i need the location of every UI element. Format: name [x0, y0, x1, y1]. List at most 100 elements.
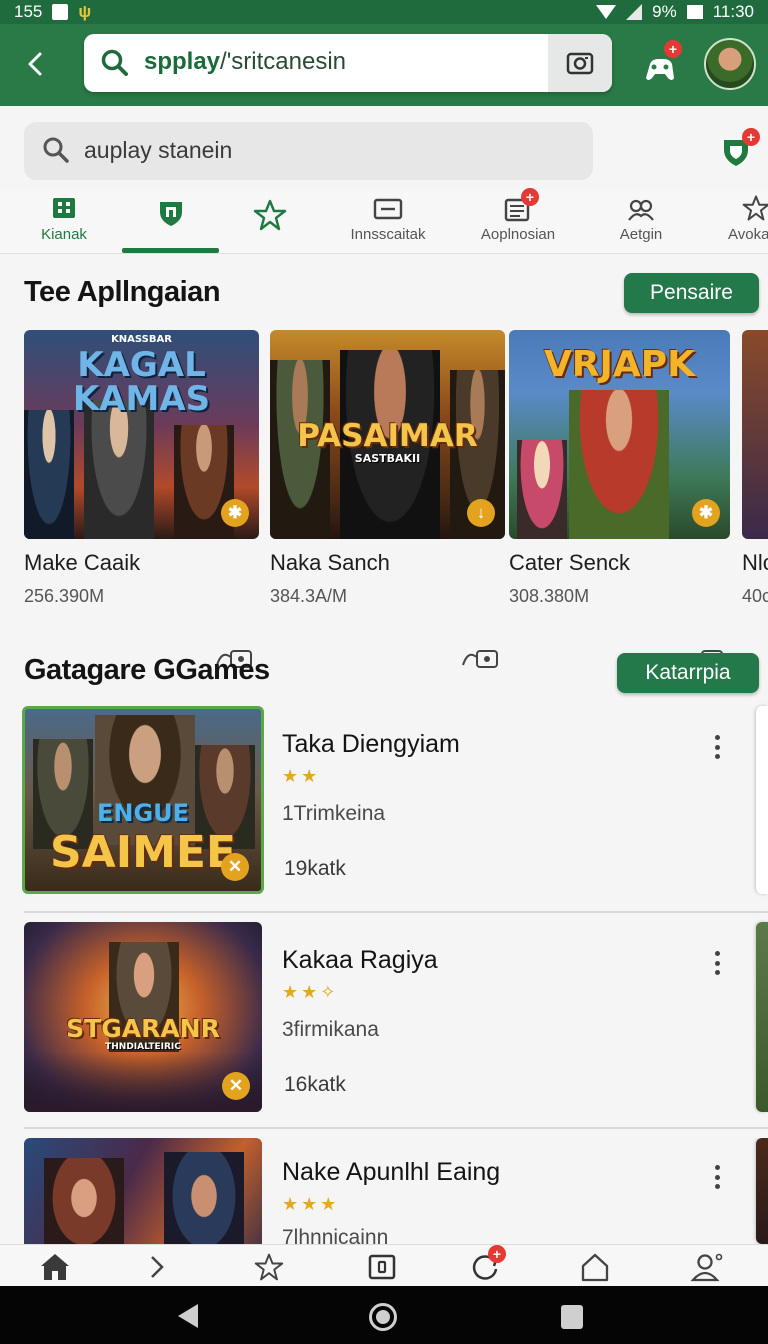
- list-item[interactable]: Nake Apunlhl Eaing ★★★ 7lhnnicainn: [0, 1138, 768, 1244]
- search-icon: [101, 49, 128, 76]
- art-subtitle: SASTBAKII: [354, 452, 421, 465]
- app-card[interactable]: VRJAPK ✱ Cater Senck 308.380M: [509, 330, 730, 668]
- section-action-button[interactable]: Pensaire: [624, 273, 759, 313]
- search-query-rest: /'sritcanesin: [220, 48, 346, 75]
- screen: 155 ψ 9% 11:30 spplay/'sritcanesin + aup…: [0, 0, 768, 1344]
- hero-figure: [84, 400, 154, 539]
- download-badge-icon: ✱: [692, 499, 720, 527]
- tab-aoplnosian[interactable]: + Aoplnosian: [478, 188, 558, 254]
- divider: [24, 1127, 768, 1129]
- download-badge-icon: ↓: [467, 499, 495, 527]
- status-bar: 155 ψ 9% 11:30: [0, 0, 768, 24]
- rating-stars: ★★: [282, 766, 321, 786]
- app-size: 256.390M: [24, 586, 105, 606]
- tab-innsscaitak[interactable]: Innsscaitak: [346, 190, 430, 254]
- camera-icon: [566, 52, 594, 75]
- hero-figure: [569, 390, 669, 539]
- search-query-bold: spplay: [144, 48, 221, 75]
- avatar[interactable]: [704, 38, 756, 90]
- app-card[interactable]: KAGAL KAMAS KNASSBAR ✱ Make Caaik 256.39…: [24, 330, 259, 668]
- download-badge-icon: ✱: [221, 499, 249, 527]
- game-thumbnail: [24, 1138, 262, 1244]
- house-outline-icon: [581, 1253, 609, 1282]
- tab-label: Innsscaitak: [350, 226, 426, 243]
- notification-badge: +: [664, 40, 682, 58]
- status-time: 11:30: [712, 2, 754, 21]
- tab-shield[interactable]: [152, 190, 190, 254]
- list-item[interactable]: STGARANR THNDIALTEIRIC ✕ Kakaa Ragiya ★★…: [0, 922, 768, 1112]
- star-icon: [742, 194, 768, 224]
- app-card[interactable]: Nlc 40c: [742, 330, 768, 607]
- next-item-peek: [756, 706, 768, 894]
- close-badge-icon: ✕: [222, 1072, 250, 1100]
- next-item-peek: [756, 922, 768, 1112]
- nav-store[interactable]: [578, 1251, 612, 1283]
- location-status-icon: ψ: [78, 2, 92, 21]
- game-name: Nake Apunlhl Eaing: [282, 1158, 501, 1186]
- secondary-search-text: auplay stanein: [84, 137, 233, 163]
- list-item[interactable]: ENGUE SAIMEE ✕ Taka Diengyiam ★★ 1Trimke…: [0, 706, 768, 896]
- square-icon: [368, 1254, 396, 1280]
- nav-updates[interactable]: +: [468, 1245, 506, 1283]
- art-subtitle: KNASSBAR: [111, 334, 172, 345]
- nav-library[interactable]: [365, 1251, 399, 1283]
- app-name: Make Caaik: [24, 550, 141, 575]
- tab-avoka[interactable]: Avoka: [728, 190, 768, 254]
- game-subtitle: 7lhnnicainn: [282, 1226, 389, 1244]
- app-card[interactable]: PASAIMAR SASTBAKII ↓ Naka Sanch 384.3A/M: [270, 330, 505, 668]
- card-icon: [373, 194, 403, 224]
- section-title: Gatagare GGames: [24, 654, 270, 686]
- system-back-button[interactable]: [178, 1304, 198, 1328]
- tab-label: Kianak: [41, 226, 87, 243]
- signal-icon: [626, 4, 643, 20]
- tab-label: Aetgin: [619, 226, 663, 243]
- app-name: Naka Sanch: [270, 550, 390, 575]
- tab-aetgin[interactable]: Aetgin: [618, 190, 664, 254]
- more-options-button[interactable]: [706, 948, 728, 978]
- app-size: 308.380M: [509, 586, 590, 606]
- battery-percent: 9%: [652, 2, 677, 21]
- nav-home[interactable]: [38, 1251, 72, 1283]
- grid-icon: [49, 194, 79, 224]
- nav-favorites[interactable]: [252, 1251, 286, 1283]
- profile-icon: [690, 1253, 723, 1282]
- search-bar[interactable]: spplay/'sritcanesin: [84, 34, 612, 92]
- close-badge-icon: ✕: [221, 853, 249, 881]
- system-home-button[interactable]: [369, 1303, 397, 1331]
- system-recents-button[interactable]: [561, 1305, 583, 1329]
- nav-badge: +: [488, 1245, 506, 1263]
- app-name: Cater Senck: [509, 550, 631, 575]
- active-tab-indicator: [122, 248, 219, 253]
- tab-badge: +: [521, 188, 539, 206]
- tab-label: Avoka: [728, 226, 768, 243]
- secondary-search-field[interactable]: auplay stanein: [24, 122, 593, 180]
- star-icon: [253, 198, 287, 231]
- battery-icon: [686, 5, 703, 19]
- art-subtitle: THNDIALTEIRIC: [105, 1042, 181, 1052]
- tab-kianak[interactable]: Kianak: [36, 190, 92, 254]
- app-card-art: KAGAL KAMAS KNASSBAR ✱: [24, 330, 259, 539]
- shield-button[interactable]: +: [720, 128, 760, 168]
- camera-search-button[interactable]: [548, 34, 612, 92]
- back-button[interactable]: [18, 46, 54, 82]
- games-notification-button[interactable]: +: [640, 40, 682, 86]
- game-subtitle: 3firmikana: [282, 1018, 379, 1041]
- category-tabs: Kianak Innsscaitak + Aoplnosian Aetgin A…: [0, 188, 768, 254]
- hero-figure: [44, 1158, 124, 1244]
- section-title: Tee Apllngaian: [24, 276, 221, 308]
- star-icon: [254, 1253, 284, 1281]
- game-count: 16katk: [284, 1073, 346, 1096]
- app-size: 384.3A/M: [270, 586, 348, 606]
- status-left-text: 155: [14, 2, 43, 21]
- art-title: PASAIMAR: [297, 418, 478, 454]
- nav-profile[interactable]: [690, 1251, 724, 1283]
- search-query[interactable]: spplay/'sritcanesin: [144, 48, 346, 76]
- tab-star[interactable]: [250, 190, 287, 254]
- game-thumbnail: ENGUE SAIMEE ✕: [22, 706, 264, 894]
- nav-forward[interactable]: [140, 1251, 174, 1283]
- more-options-button[interactable]: [706, 1162, 728, 1192]
- section-action-button[interactable]: Katarrpia: [617, 653, 759, 693]
- more-options-button[interactable]: [706, 732, 728, 762]
- rating-stars: ★★★: [282, 1194, 340, 1214]
- tab-label: Aoplnosian: [480, 226, 556, 243]
